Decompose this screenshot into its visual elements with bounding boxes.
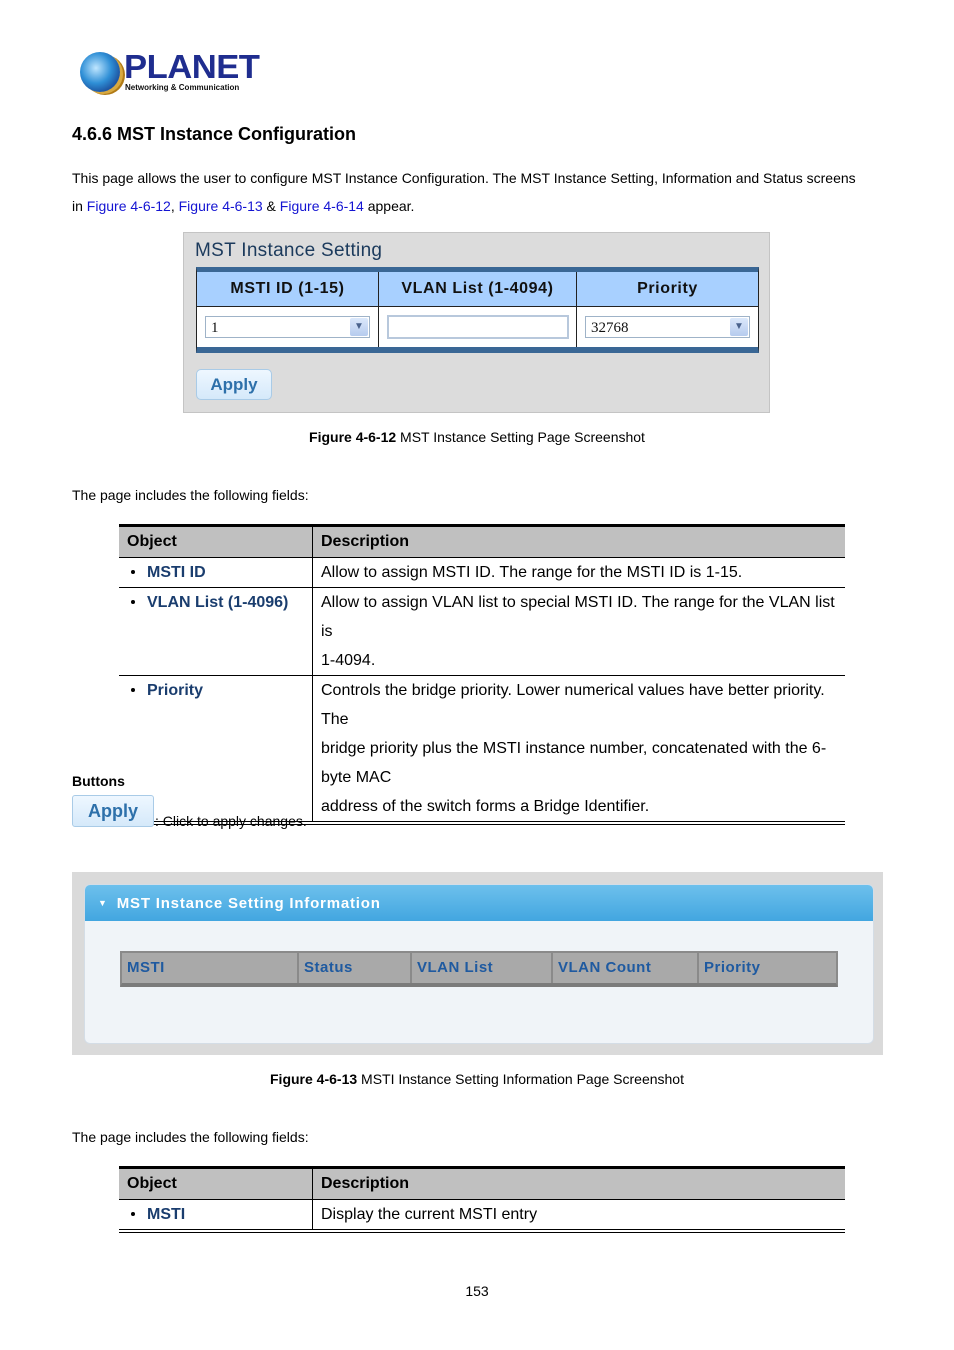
figure-caption-4-6-12: Figure 4-6-12 MST Instance Setting Page …: [309, 429, 645, 445]
intro-line-1: This page allows the user to configure M…: [72, 170, 856, 186]
panel-title: MST Instance Setting Information: [116, 895, 381, 912]
table-row: Priority Controls the bridge priority. L…: [119, 676, 845, 821]
chevron-down-icon: ▼: [730, 318, 748, 336]
object-name: Priority: [147, 682, 204, 699]
mst-instance-setting-information-screenshot: ▼ MST Instance Setting Information MSTI S…: [72, 872, 883, 1055]
apply-button-sample[interactable]: Apply: [72, 795, 154, 827]
table-row: MSTI Display the current MSTI entry: [119, 1200, 845, 1229]
header-priority: Priority: [704, 959, 761, 976]
figure-link-4-6-13[interactable]: Figure 4-6-13: [179, 198, 263, 214]
collapse-triangle-icon: ▼: [98, 898, 108, 908]
figure-link-4-6-12[interactable]: Figure 4-6-12: [87, 198, 171, 214]
table-header-row: Object Description: [119, 1169, 845, 1200]
planet-logo: PLANET Networking & Communication: [78, 48, 260, 96]
logo-brand: PLANET: [124, 48, 260, 85]
description-text: Controls the bridge priority. Lower nume…: [321, 682, 825, 728]
figure-link-4-6-14[interactable]: Figure 4-6-14: [280, 198, 364, 214]
header-vlan-list: VLAN List (1-4094): [379, 272, 577, 306]
fields-intro: The page includes the following fields:: [72, 1129, 309, 1145]
table-header-row: MSTI ID (1-15) VLAN List (1-4094) Priori…: [197, 272, 758, 307]
description-text: 1-4094.: [321, 652, 376, 669]
logo-tagline: Networking & Communication: [125, 83, 240, 92]
bullet-icon: [131, 1211, 135, 1216]
description-text: address of the switch forms a Bridge Ide…: [321, 798, 650, 815]
globe-icon: [80, 52, 120, 92]
header-object: Object: [119, 1169, 313, 1199]
description-text: Allow to assign MSTI ID. The range for t…: [321, 564, 743, 581]
description-text: bridge priority plus the MSTI instance n…: [321, 740, 827, 786]
info-panel: ▼ MST Instance Setting Information MSTI S…: [84, 884, 874, 1044]
header-priority: Priority: [637, 280, 698, 297]
bullet-icon: [131, 569, 135, 574]
object-description-table: Object Description MSTI Display the curr…: [119, 1166, 845, 1233]
table-row: MSTI ID Allow to assign MSTI ID. The ran…: [119, 558, 845, 588]
panel-header[interactable]: ▼ MST Instance Setting Information: [85, 885, 873, 921]
intro-paragraph: This page allows the user to configure M…: [72, 164, 856, 220]
intro-line-2: in Figure 4-6-12, Figure 4-6-13 & Figure…: [72, 198, 415, 214]
table-row: 1 ▼ 32768 ▼: [197, 307, 758, 347]
buttons-heading: Buttons: [72, 773, 125, 789]
section-title: 4.6.6 MST Instance Configuration: [72, 124, 357, 144]
vlan-list-input[interactable]: [386, 315, 569, 339]
object-description-table: Object Description MSTI ID Allow to assi…: [119, 524, 845, 825]
msti-id-select[interactable]: 1 ▼: [205, 316, 370, 338]
priority-select[interactable]: 32768 ▼: [585, 316, 750, 338]
figure-caption-4-6-13: Figure 4-6-13 MSTI Instance Setting Info…: [270, 1071, 684, 1087]
table-row: VLAN List (1-4096) Allow to assign VLAN …: [119, 588, 845, 676]
header-msti-id: MSTI ID (1-15): [197, 272, 379, 306]
panel-title: MST Instance Setting: [195, 240, 383, 261]
mst-instance-setting-screenshot: MST Instance Setting MSTI ID (1-15) VLAN…: [183, 232, 770, 413]
bullet-icon: [131, 599, 135, 604]
page-number: 153: [465, 1283, 489, 1299]
header-description: Description: [321, 1175, 410, 1192]
apply-button[interactable]: Apply: [196, 369, 272, 400]
chevron-down-icon: ▼: [350, 318, 368, 336]
object-name: MSTI: [147, 1206, 186, 1223]
header-status: Status: [299, 953, 412, 983]
bullet-icon: [131, 687, 135, 692]
header-vlan-list: VLAN List: [412, 953, 553, 983]
header-object: Object: [119, 527, 313, 557]
object-name: VLAN List (1-4096): [147, 594, 289, 611]
description-text: Allow to assign VLAN list to special MST…: [321, 594, 835, 640]
table-header-row: Object Description: [119, 527, 845, 558]
fields-intro: The page includes the following fields:: [72, 487, 309, 503]
header-msti: MSTI: [122, 953, 299, 983]
info-table-header: MSTI Status VLAN List VLAN Count Priorit…: [120, 951, 838, 987]
header-vlan-count: VLAN Count: [553, 953, 699, 983]
description-text: Display the current MSTI entry: [321, 1206, 538, 1223]
mst-instance-setting-table: MSTI ID (1-15) VLAN List (1-4094) Priori…: [196, 267, 759, 353]
header-description: Description: [321, 533, 410, 550]
object-name: MSTI ID: [147, 564, 206, 581]
apply-button-description: : Click to apply changes.: [155, 813, 307, 829]
